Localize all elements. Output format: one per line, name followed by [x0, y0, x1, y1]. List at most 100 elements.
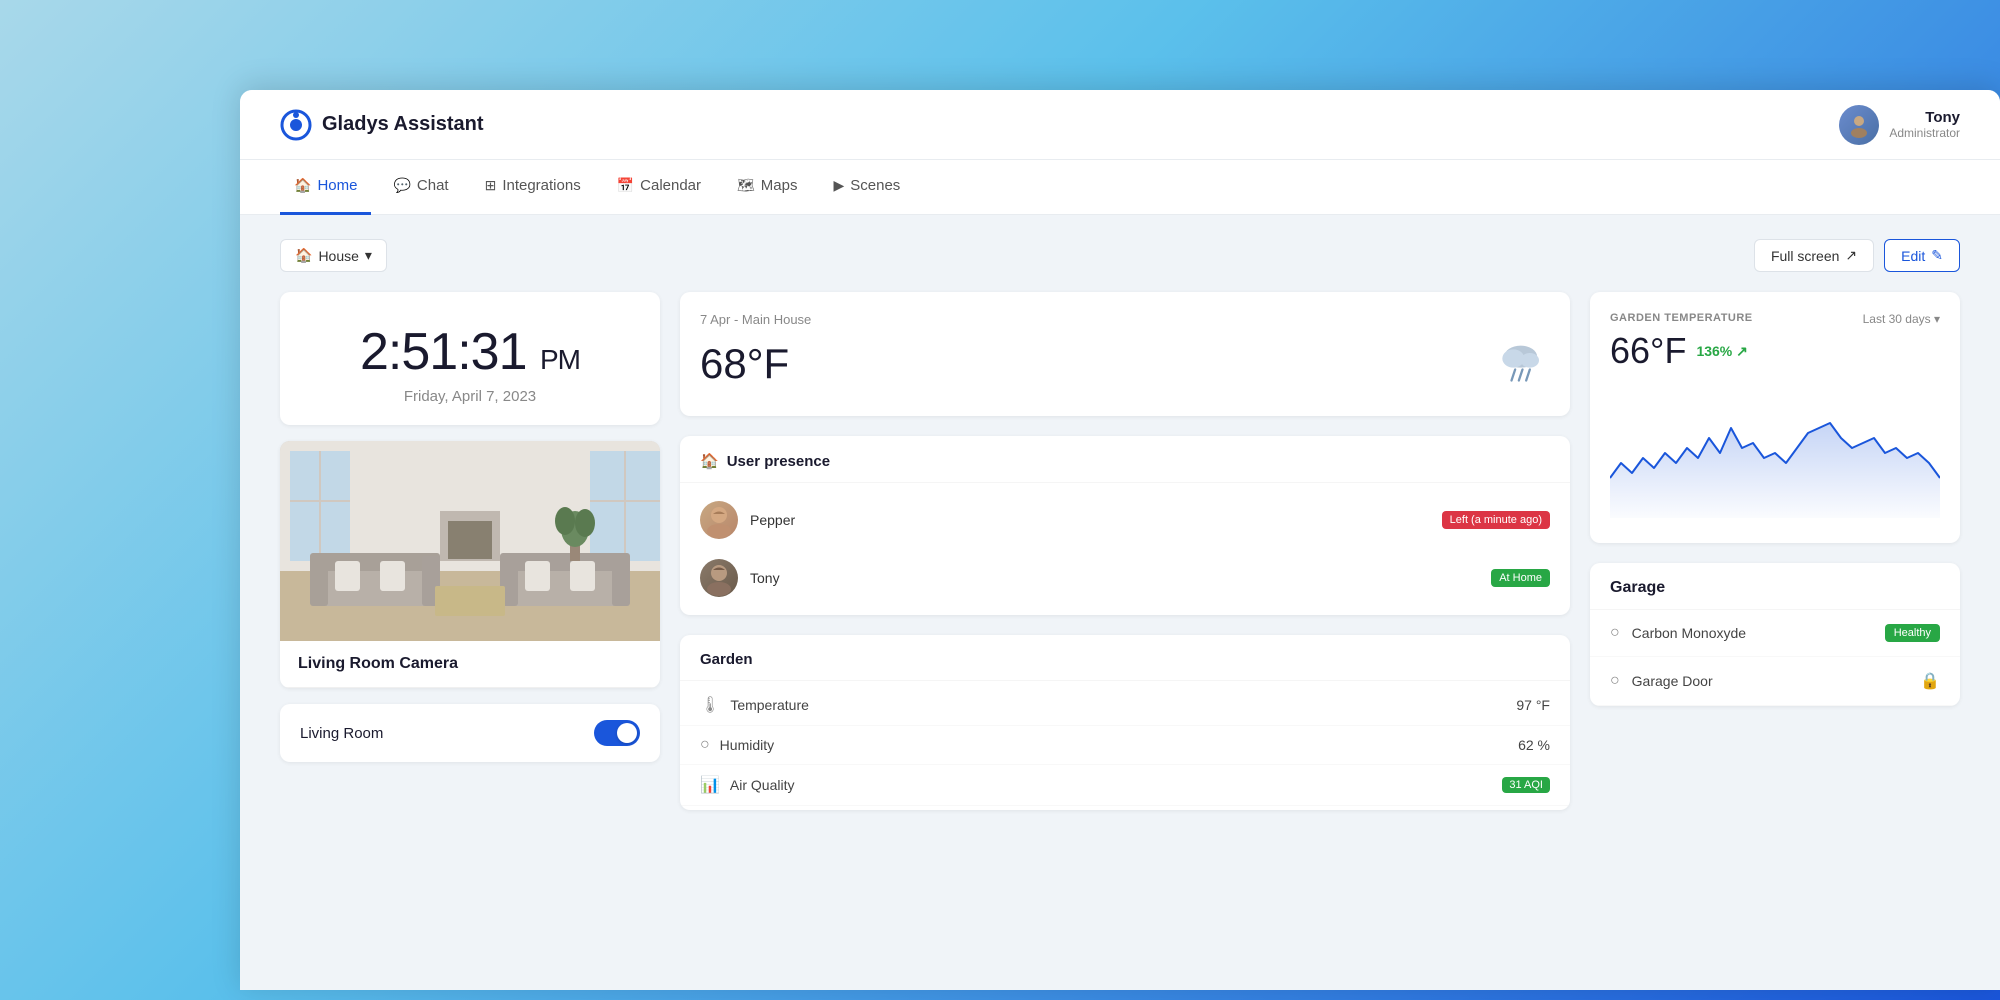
edit-label: Edit	[1901, 248, 1925, 264]
user-name: Tony	[1889, 109, 1960, 126]
living-room-toggle-card: Living Room	[280, 704, 660, 762]
weather-date-location: 7 Apr - Main House	[700, 312, 1550, 327]
edit-button[interactable]: Edit ✎	[1884, 239, 1960, 272]
garden-list: 🌡 Temperature 97 °F ○ Humidity 62 %	[680, 681, 1570, 810]
avatar	[1839, 105, 1879, 145]
main-content: 🏠 House ▾ Full screen ↗ Edit ✎	[240, 215, 2000, 834]
house-selector-button[interactable]: 🏠 House ▾	[280, 239, 387, 272]
logo-area: Gladys Assistant	[280, 109, 484, 141]
garage-left-door: ○ Garage Door	[1610, 672, 1713, 690]
user-presence-card: 🏠 User presence	[680, 436, 1570, 615]
presence-name-tony: Tony	[750, 570, 780, 586]
left-column: 2:51:31 PM Friday, April 7, 2023	[280, 292, 660, 762]
garden-air-value: 31 AQI	[1502, 777, 1550, 793]
expand-icon: ↗	[1845, 247, 1857, 264]
garden-humidity-label: Humidity	[720, 737, 774, 753]
chart-temp-row: 66°F 136% ↗	[1610, 330, 1940, 372]
carbon-status-badge: Healthy	[1885, 624, 1940, 642]
lock-icon: 🔒	[1920, 671, 1940, 691]
toolbar-actions: Full screen ↗ Edit ✎	[1754, 239, 1960, 272]
home-presence-icon: 🏠	[700, 452, 719, 470]
nav-maps[interactable]: 🗺 Maps	[723, 160, 811, 215]
clock-date: Friday, April 7, 2023	[300, 388, 640, 405]
chart-period[interactable]: Last 30 days ▾	[1863, 312, 1940, 326]
app-title: Gladys Assistant	[322, 113, 484, 136]
garden-humidity-value: 62 %	[1518, 737, 1550, 753]
chart-label: GARDEN TEMPERATURE	[1610, 312, 1753, 324]
garden-temp-value: 97 °F	[1516, 697, 1550, 713]
presence-list: Pepper Left (a minute ago)	[680, 483, 1570, 615]
garden-item-humidity: ○ Humidity 62 %	[680, 726, 1570, 765]
fullscreen-button[interactable]: Full screen ↗	[1754, 239, 1874, 272]
garden-temp-label: Temperature	[730, 697, 809, 713]
garden-item-air-quality: 📊 Air Quality 31 AQI	[680, 765, 1570, 806]
presence-item-pepper: Pepper Left (a minute ago)	[680, 491, 1570, 549]
presence-status-pepper: Left (a minute ago)	[1442, 511, 1550, 529]
nav-integrations[interactable]: ⊞ Integrations	[471, 160, 595, 215]
door-icon: ○	[1610, 672, 1620, 690]
garden-title: Garden	[680, 635, 1570, 681]
toolbar: 🏠 House ▾ Full screen ↗ Edit ✎	[280, 239, 1960, 272]
garden-left-temp: 🌡 Temperature	[700, 695, 809, 715]
camera-card: Living Room Camera	[280, 441, 660, 688]
garage-title: Garage	[1590, 563, 1960, 610]
garage-item-door: ○ Garage Door 🔒	[1590, 657, 1960, 706]
carbon-icon: ○	[1610, 624, 1620, 642]
gladys-logo-icon	[280, 109, 312, 141]
user-area: Tony Administrator	[1839, 105, 1960, 145]
user-info: Tony Administrator	[1889, 109, 1960, 140]
calendar-icon: 📅	[617, 177, 634, 194]
thermometer-icon: 🌡	[700, 695, 720, 715]
edit-icon: ✎	[1931, 247, 1943, 264]
garage-door-name: Garage Door	[1632, 673, 1713, 689]
weather-card: 7 Apr - Main House 68°F	[680, 292, 1570, 416]
fullscreen-label: Full screen	[1771, 248, 1839, 264]
chart-card: GARDEN TEMPERATURE Last 30 days ▾ 66°F 1…	[1590, 292, 1960, 543]
clock-display: 2:51:31 PM	[300, 322, 640, 382]
scenes-icon: ▶	[833, 177, 844, 194]
weather-row: 68°F	[700, 331, 1550, 396]
garage-card: Garage ○ Carbon Monoxyde Healthy ○ Garag…	[1590, 563, 1960, 706]
presence-left-tony: Tony	[700, 559, 780, 597]
living-room-toggle[interactable]	[594, 720, 640, 746]
clock-time: 2:51:31	[360, 323, 527, 381]
middle-column: 7 Apr - Main House 68°F	[680, 292, 1570, 810]
chat-icon: 💬	[393, 177, 410, 194]
camera-feed	[280, 441, 660, 641]
nav-scenes[interactable]: ▶ Scenes	[819, 160, 914, 215]
nav-integrations-label: Integrations	[502, 177, 580, 194]
camera-label: Living Room Camera	[280, 641, 660, 688]
nav: 🏠 Home 💬 Chat ⊞ Integrations 📅 Calendar …	[240, 160, 2000, 215]
droplet-icon: ○	[700, 736, 710, 754]
header: Gladys Assistant Tony Administrator	[240, 90, 2000, 160]
nav-chat-label: Chat	[417, 177, 449, 194]
presence-left-pepper: Pepper	[700, 501, 795, 539]
nav-calendar[interactable]: 📅 Calendar	[603, 160, 715, 215]
maps-icon: 🗺	[737, 177, 755, 194]
user-role: Administrator	[1889, 126, 1960, 140]
presence-name-pepper: Pepper	[750, 512, 795, 528]
house-label: House	[318, 248, 358, 264]
toggle-knob	[617, 723, 637, 743]
garden-item-temperature: 🌡 Temperature 97 °F	[680, 685, 1570, 726]
garage-item-carbon: ○ Carbon Monoxyde Healthy	[1590, 610, 1960, 657]
garage-left-carbon: ○ Carbon Monoxyde	[1610, 624, 1746, 642]
presence-item-tony: Tony At Home	[680, 549, 1570, 607]
nav-calendar-label: Calendar	[640, 177, 701, 194]
presence-status-tony: At Home	[1491, 569, 1550, 587]
chart-temperature: 66°F	[1610, 330, 1686, 372]
garden-left-humidity: ○ Humidity	[700, 736, 774, 754]
dashboard-grid: 2:51:31 PM Friday, April 7, 2023	[280, 292, 1960, 810]
weather-temperature: 68°F	[700, 340, 789, 388]
nav-maps-label: Maps	[761, 177, 798, 194]
clock-card: 2:51:31 PM Friday, April 7, 2023	[280, 292, 660, 425]
avatar-tony	[700, 559, 738, 597]
nav-home[interactable]: 🏠 Home	[280, 160, 371, 215]
home-icon: 🏠	[294, 177, 311, 194]
right-column: GARDEN TEMPERATURE Last 30 days ▾ 66°F 1…	[1590, 292, 1960, 706]
temperature-chart	[1610, 388, 1940, 518]
nav-chat[interactable]: 💬 Chat	[379, 160, 462, 215]
garden-left-air: 📊 Air Quality	[700, 775, 795, 795]
clock-period: PM	[540, 344, 580, 375]
avatar-pepper	[700, 501, 738, 539]
